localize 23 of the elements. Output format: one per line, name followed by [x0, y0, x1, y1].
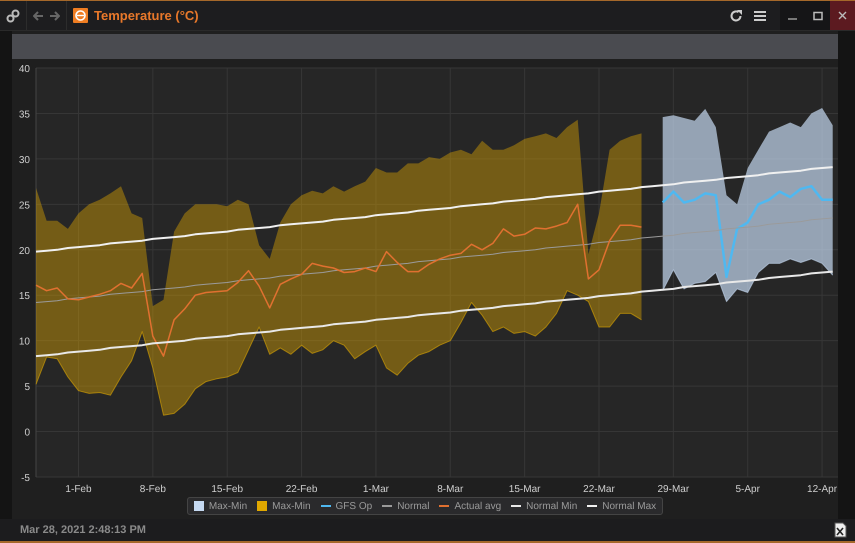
timestamp: Mar 28, 2021 2:48:13 PM [20, 524, 146, 536]
axis-label: 5-Apr [735, 484, 760, 495]
axis-label: 1-Mar [362, 484, 389, 495]
axis-label: 20 [18, 246, 30, 257]
axis-label: 0 [24, 428, 30, 439]
axis-label: 29-Mar [658, 484, 690, 495]
axis-label: 30 [18, 154, 30, 166]
axis-label: 5 [24, 382, 30, 394]
axis-label: 8-Mar [437, 484, 464, 495]
axis-label: 40 [18, 64, 30, 75]
axis-label: 15-Feb [211, 484, 244, 495]
axis-label: 1-Feb [65, 484, 92, 495]
axis-label: 15-Mar [508, 484, 540, 495]
axis-label: 8-Feb [140, 484, 166, 495]
axis-label: 22-Feb [286, 484, 318, 495]
axis-label: 35 [18, 109, 30, 120]
axis-label: 10 [18, 336, 30, 348]
axis-label: 22-Mar [583, 484, 615, 495]
axis-label: 12-Apr [807, 484, 838, 495]
axis-label: 25 [18, 200, 30, 212]
axis-label: 15 [18, 291, 30, 302]
axis-label: -5 [21, 473, 30, 484]
window-title: Temperature (°C) [94, 8, 199, 23]
